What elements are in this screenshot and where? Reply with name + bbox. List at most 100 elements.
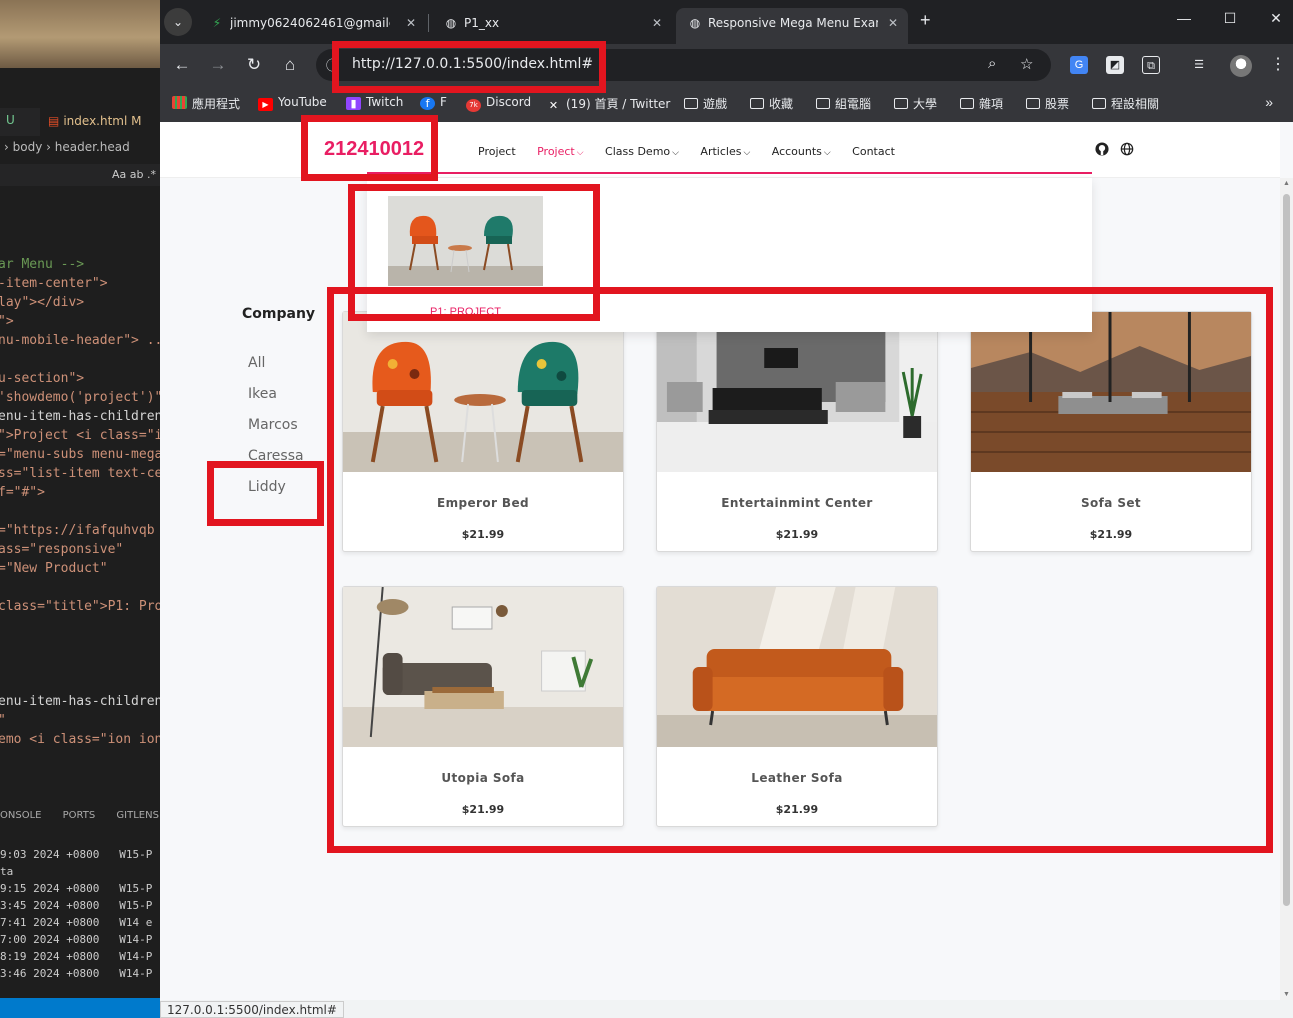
- code-line[interactable]: nu-mobile-header"> ...: [0, 331, 160, 350]
- code-line[interactable]: [0, 198, 160, 217]
- bookmark-folder-university[interactable]: 大學: [894, 95, 937, 112]
- nav-contact[interactable]: Contact: [852, 145, 895, 158]
- github-icon[interactable]: [1095, 142, 1109, 156]
- maximize-icon[interactable]: ☐: [1220, 10, 1240, 27]
- editor-tab-prefix[interactable]: U: [6, 113, 15, 127]
- filter-liddy[interactable]: Liddy: [248, 479, 304, 510]
- code-line[interactable]: [0, 616, 160, 635]
- close-icon[interactable]: ✕: [406, 8, 416, 38]
- code-line[interactable]: [0, 217, 160, 236]
- code-line[interactable]: 'showdemo('project')": [0, 388, 160, 407]
- home-icon[interactable]: ⌂: [278, 54, 302, 78]
- breadcrumb-item[interactable]: body: [13, 140, 43, 154]
- nav-project-menu[interactable]: Project ⌵: [537, 145, 583, 158]
- close-window-icon[interactable]: ✕: [1266, 10, 1286, 27]
- bookmark-facebook[interactable]: fF: [420, 95, 447, 110]
- code-line[interactable]: [0, 578, 160, 597]
- code-line[interactable]: ": [0, 711, 160, 730]
- bookmark-apps[interactable]: 應用程式: [172, 95, 240, 112]
- product-card[interactable]: Sofa Set $21.99: [970, 311, 1252, 552]
- bookmark-twitter[interactable]: ✕ (19) 首頁 / Twitter: [546, 95, 670, 112]
- back-icon[interactable]: ←: [170, 54, 194, 78]
- code-line[interactable]: ">Project <i class="i: [0, 426, 160, 445]
- code-line[interactable]: ass="responsive": [0, 540, 160, 559]
- globe-icon[interactable]: [1120, 142, 1134, 156]
- code-line[interactable]: enu-item-has-children: [0, 407, 160, 426]
- close-icon[interactable]: ✕: [652, 8, 662, 38]
- panel-tab-console[interactable]: ONSOLE: [0, 810, 41, 821]
- code-line[interactable]: ="New Product": [0, 559, 160, 578]
- more-menu-icon[interactable]: ⋮: [1270, 54, 1286, 74]
- code-line[interactable]: [0, 673, 160, 692]
- nav-accounts[interactable]: Accounts ⌵: [772, 145, 831, 158]
- scroll-up-icon[interactable]: ▲: [1283, 180, 1290, 187]
- nav-project[interactable]: Project: [478, 145, 516, 158]
- page-scrollbar[interactable]: ▲ ▼: [1280, 178, 1293, 1000]
- bookmark-folder-games[interactable]: 遊戲: [684, 95, 727, 112]
- product-card[interactable]: Leather Sofa $21.99: [656, 586, 938, 827]
- filter-all[interactable]: All: [248, 355, 304, 386]
- scroll-down-icon[interactable]: ▼: [1283, 991, 1290, 998]
- code-line[interactable]: f="#">: [0, 483, 160, 502]
- code-line[interactable]: [0, 236, 160, 255]
- zoom-icon[interactable]: ⌕: [988, 55, 996, 72]
- forward-icon[interactable]: →: [206, 54, 230, 78]
- bookmark-folder-stocks[interactable]: 股票: [1026, 95, 1069, 112]
- tab-mega-menu[interactable]: ◍ Responsive Mega Menu Exam ✕: [676, 8, 908, 44]
- code-line[interactable]: [0, 502, 160, 521]
- code-line[interactable]: ">: [0, 312, 160, 331]
- puzzle-icon[interactable]: ⧉: [1142, 56, 1160, 74]
- code-line[interactable]: [0, 635, 160, 654]
- product-card[interactable]: Utopia Sofa $21.99: [342, 586, 624, 827]
- bookmark-folder-misc[interactable]: 雜項: [960, 95, 1003, 112]
- breadcrumb-item[interactable]: header.head: [55, 140, 130, 154]
- nav-class-demo[interactable]: Class Demo ⌵: [605, 145, 679, 158]
- close-icon[interactable]: ✕: [888, 8, 898, 38]
- url-text[interactable]: http://127.0.0.1:5500/index.html#: [352, 56, 593, 72]
- code-area[interactable]: ar Menu -->-item-center">lay"></div>">nu…: [0, 198, 160, 749]
- code-line[interactable]: [0, 654, 160, 673]
- site-brand[interactable]: 212410012: [324, 138, 424, 161]
- address-bar[interactable]: ⓘ http://127.0.0.1:5500/index.html# ⌕ ☆: [316, 49, 1051, 81]
- extension-icon[interactable]: ◩: [1106, 56, 1124, 74]
- code-line[interactable]: [0, 350, 160, 369]
- bookmark-star-icon[interactable]: ☆: [1020, 55, 1033, 73]
- code-line[interactable]: enu-item-has-children: [0, 692, 160, 711]
- code-line[interactable]: lay"></div>: [0, 293, 160, 312]
- code-line[interactable]: -item-center">: [0, 274, 160, 293]
- tab-p1[interactable]: ◍ P1_xx ✕: [432, 8, 672, 38]
- bookmark-folder-pc-build[interactable]: 組電腦: [816, 95, 871, 112]
- code-line[interactable]: emo <i class="ion ion: [0, 730, 160, 749]
- bookmark-twitch[interactable]: ▮ Twitch: [346, 95, 403, 110]
- profile-avatar[interactable]: [1230, 55, 1252, 77]
- bookmark-folder-programming[interactable]: 程設相關: [1092, 95, 1159, 112]
- code-line[interactable]: ="menu-subs menu-mega: [0, 445, 160, 464]
- product-card[interactable]: Entertainmint Center $21.99: [656, 311, 938, 552]
- filter-marcos[interactable]: Marcos: [248, 417, 304, 448]
- translate-extension-icon[interactable]: G: [1070, 56, 1088, 74]
- nav-articles[interactable]: Articles ⌵: [700, 145, 750, 158]
- panel-tab-gitlens[interactable]: GITLENS: [116, 810, 159, 821]
- bookmark-youtube[interactable]: ▶ YouTube: [258, 95, 327, 111]
- product-card[interactable]: Emperor Bed $21.99: [342, 311, 624, 552]
- minimize-icon[interactable]: —: [1174, 10, 1194, 26]
- code-line[interactable]: class="title">P1: Pro: [0, 597, 160, 616]
- tab-search-button[interactable]: ⌄: [164, 8, 192, 36]
- site-info-icon[interactable]: ⓘ: [326, 55, 344, 73]
- media-control-icon[interactable]: ☰: [1190, 56, 1208, 74]
- code-line[interactable]: ss="list-item text-ce: [0, 464, 160, 483]
- filter-caressa[interactable]: Caressa: [248, 448, 304, 479]
- tab-gmail[interactable]: ⚡ jimmy0624062461@gmailcom ✕: [198, 8, 426, 38]
- new-tab-button[interactable]: +: [920, 10, 931, 31]
- bookmark-discord[interactable]: 7k Discord: [466, 95, 531, 112]
- panel-tab-ports[interactable]: PORTS: [63, 810, 96, 821]
- code-line[interactable]: u-section">: [0, 369, 160, 388]
- mega-menu-item-project[interactable]: P1: PROJECT: [388, 196, 543, 318]
- code-line[interactable]: ="https://ifafquhvqb: [0, 521, 160, 540]
- editor-tab-index-html[interactable]: ▤ index.html M: [40, 108, 160, 136]
- scrollbar-thumb[interactable]: [1283, 194, 1290, 906]
- bookmark-folder-collection[interactable]: 收藏: [750, 95, 793, 112]
- find-options[interactable]: Aa ab .*: [0, 164, 160, 186]
- double-chevron-right-icon[interactable]: »: [1265, 94, 1273, 110]
- filter-ikea[interactable]: Ikea: [248, 386, 304, 417]
